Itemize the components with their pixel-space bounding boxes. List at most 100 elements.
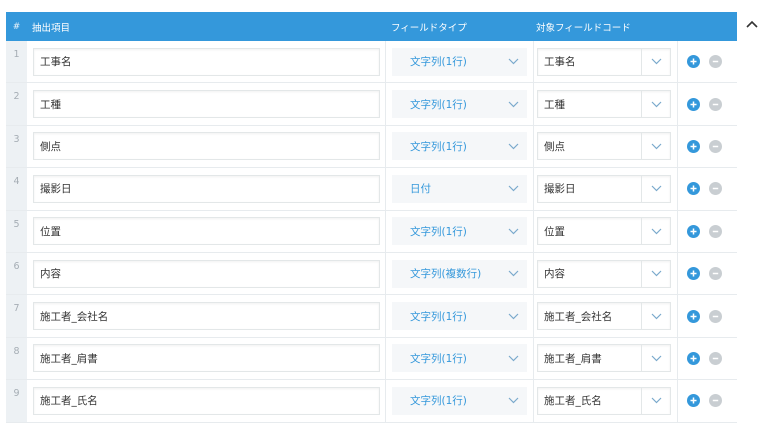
field-name-input[interactable]: 側点 [33, 132, 380, 161]
field-type-select[interactable]: 文字列(1行) [392, 132, 527, 161]
row-actions [677, 210, 737, 252]
plus-circle-icon[interactable] [687, 139, 700, 153]
row-number: 3 [6, 125, 27, 168]
row-actions [677, 295, 737, 337]
table-row: 8 施工者_肩書 文字列(1行) 施工者_肩書 [6, 337, 737, 381]
row-actions [677, 41, 737, 83]
target-field-select[interactable]: 内容 [537, 259, 671, 288]
field-type-value: 文字列(1行) [410, 140, 467, 153]
target-field-cell: 工事名 [533, 41, 677, 83]
field-name-input[interactable]: 施工者_肩書 [33, 344, 380, 373]
minus-circle-icon[interactable] [709, 55, 722, 69]
target-field-select[interactable]: 工種 [537, 90, 671, 119]
table-body: 1 工事名 文字列(1行) 工事名 2 工種 文字列(1行) 工種 3 側点 文… [6, 41, 737, 423]
target-field-value: 工種 [544, 98, 565, 111]
target-field-select[interactable]: 位置 [537, 217, 671, 246]
field-name-input[interactable]: 内容 [33, 259, 380, 288]
field-type-value: 文字列(1行) [410, 310, 467, 323]
field-name-cell: 撮影日 [27, 168, 385, 209]
field-type-select[interactable]: 文字列(1行) [392, 302, 527, 331]
plus-circle-icon[interactable] [687, 55, 700, 69]
table-row: 2 工種 文字列(1行) 工種 [6, 83, 737, 126]
chevron-down-icon[interactable] [641, 48, 670, 75]
field-name-cell: 施工者_会社名 [27, 295, 385, 336]
field-type-select[interactable]: 文字列(1行) [392, 90, 527, 119]
minus-circle-icon[interactable] [709, 309, 722, 323]
chevron-down-icon[interactable] [641, 91, 670, 118]
chevron-down-icon[interactable] [641, 345, 670, 372]
field-name-cell: 側点 [27, 126, 385, 167]
plus-circle-icon[interactable] [687, 394, 700, 408]
field-type-select[interactable]: 日付 [392, 174, 527, 203]
field-name-input[interactable]: 位置 [33, 217, 380, 246]
field-name-input[interactable]: 撮影日 [33, 174, 380, 203]
field-type-select[interactable]: 文字列(複数行) [392, 259, 527, 288]
minus-circle-icon[interactable] [709, 139, 722, 153]
plus-circle-icon[interactable] [687, 351, 700, 365]
row-actions [677, 252, 737, 295]
target-field-value: 施工者_会社名 [544, 310, 613, 323]
chevron-down-icon[interactable] [641, 387, 670, 414]
row-actions [677, 125, 737, 168]
chevron-down-icon[interactable] [641, 260, 670, 287]
chevron-up-icon[interactable] [745, 19, 759, 29]
field-type-cell: 文字列(1行) [385, 210, 533, 252]
chevron-down-icon[interactable] [641, 133, 670, 160]
target-field-cell: 内容 [533, 252, 677, 295]
minus-circle-icon[interactable] [709, 394, 722, 408]
target-field-select[interactable]: 撮影日 [537, 174, 671, 203]
row-actions [677, 337, 737, 380]
target-field-value: 施工者_氏名 [544, 395, 602, 408]
minus-circle-icon[interactable] [709, 351, 722, 365]
field-name-input[interactable]: 施工者_氏名 [33, 386, 380, 415]
target-field-select[interactable]: 工事名 [537, 47, 671, 76]
field-type-value: 日付 [410, 183, 431, 196]
field-type-select[interactable]: 文字列(1行) [392, 47, 527, 76]
field-type-select[interactable]: 文字列(1行) [392, 386, 527, 415]
plus-circle-icon[interactable] [687, 309, 700, 323]
row-number: 5 [6, 210, 27, 252]
field-type-value: 文字列(1行) [410, 56, 467, 69]
target-field-cell: 位置 [533, 210, 677, 252]
header-num: # [12, 21, 21, 32]
minus-circle-icon[interactable] [709, 97, 722, 111]
field-type-select[interactable]: 文字列(1行) [392, 217, 527, 246]
field-type-cell: 文字列(1行) [385, 83, 533, 125]
target-field-select[interactable]: 施工者_氏名 [537, 386, 671, 415]
chevron-down-icon [508, 313, 519, 320]
target-field-select[interactable]: 施工者_会社名 [537, 302, 671, 331]
target-field-select[interactable]: 側点 [537, 132, 671, 161]
minus-circle-icon[interactable] [709, 182, 722, 196]
chevron-down-icon[interactable] [641, 303, 670, 330]
field-type-cell: 文字列(1行) [385, 295, 533, 337]
chevron-down-icon [508, 185, 519, 192]
row-number: 9 [6, 380, 27, 422]
plus-circle-icon[interactable] [687, 267, 700, 281]
field-type-select[interactable]: 文字列(1行) [392, 344, 527, 373]
field-name-input[interactable]: 工種 [33, 90, 380, 119]
chevron-down-icon[interactable] [641, 218, 670, 245]
target-field-select[interactable]: 施工者_肩書 [537, 344, 671, 373]
row-number: 7 [6, 295, 27, 337]
table-row: 6 内容 文字列(複数行) 内容 [6, 252, 737, 296]
table-row: 5 位置 文字列(1行) 位置 [6, 210, 737, 253]
field-type-value: 文字列(1行) [410, 98, 467, 111]
table-row: 1 工事名 文字列(1行) 工事名 [6, 41, 737, 84]
row-actions [677, 168, 737, 210]
row-actions [677, 380, 737, 422]
row-number: 8 [6, 337, 27, 380]
plus-circle-icon[interactable] [687, 224, 700, 238]
table-row: 7 施工者_会社名 文字列(1行) 施工者_会社名 [6, 295, 737, 338]
field-name-cell: 内容 [27, 253, 385, 294]
plus-circle-icon[interactable] [687, 182, 700, 196]
table-row: 9 施工者_氏名 文字列(1行) 施工者_氏名 [6, 380, 737, 423]
plus-circle-icon[interactable] [687, 97, 700, 111]
chevron-down-icon [508, 228, 519, 235]
field-name-input[interactable]: 施工者_会社名 [33, 302, 380, 331]
minus-circle-icon[interactable] [709, 267, 722, 281]
table-row: 3 側点 文字列(1行) 側点 [6, 125, 737, 169]
chevron-down-icon[interactable] [641, 175, 670, 202]
target-field-value: 撮影日 [544, 183, 576, 196]
minus-circle-icon[interactable] [709, 224, 722, 238]
field-name-input[interactable]: 工事名 [33, 47, 380, 76]
